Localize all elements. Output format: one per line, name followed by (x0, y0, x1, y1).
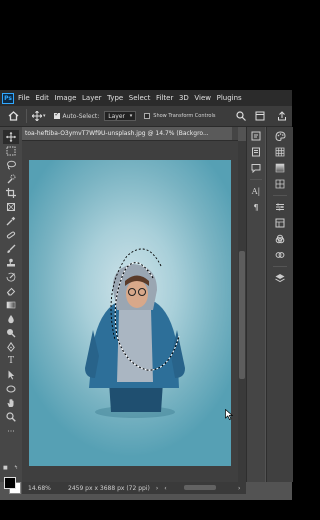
menu-type[interactable]: Type (107, 94, 123, 102)
divider (273, 195, 287, 196)
chevron-right-icon[interactable]: › (156, 485, 158, 492)
channels-panel-icon[interactable] (274, 233, 286, 245)
mouse-cursor-icon (225, 409, 233, 420)
pen-tool-icon[interactable] (3, 340, 19, 354)
divider (26, 109, 27, 123)
move-tool-icon[interactable] (3, 130, 19, 144)
divider (273, 266, 287, 267)
chevron-down-icon[interactable]: ▾ (43, 113, 46, 119)
options-bar: ▾ Auto-Select: Layer ▾ Show Transform Co… (0, 106, 292, 127)
layer-select[interactable]: Layer ▾ (104, 111, 137, 121)
swatches-panel-icon[interactable] (274, 146, 286, 158)
path-selection-tool-icon[interactable] (3, 368, 19, 382)
crop-tool-icon[interactable] (3, 186, 19, 200)
vertical-scrollbar[interactable] (238, 141, 246, 482)
menu-3d[interactable]: 3D (179, 94, 189, 102)
spot-healing-tool-icon[interactable] (3, 228, 19, 242)
rectangle-tool-icon[interactable] (3, 382, 19, 396)
search-icon[interactable] (235, 110, 247, 122)
menu-bar: Ps File Edit Image Layer Type Select Fil… (0, 90, 292, 106)
panel-icon-strip: A| ¶ (246, 127, 265, 482)
quick-selection-tool-icon[interactable] (3, 172, 19, 186)
show-transform-label: Show Transform Controls (153, 113, 216, 119)
divider (250, 179, 262, 180)
menu-filter[interactable]: Filter (156, 94, 173, 102)
blur-tool-icon[interactable] (3, 312, 19, 326)
layer-select-value: Layer (108, 112, 125, 120)
menu-view[interactable]: View (194, 94, 211, 102)
workspace-icon[interactable] (254, 110, 266, 122)
home-icon[interactable] (4, 111, 22, 121)
chevron-down-icon: ▾ (129, 113, 133, 119)
canvas-area[interactable] (22, 141, 238, 482)
scroll-right-icon[interactable]: › (238, 485, 240, 492)
show-transform-checkbox[interactable] (144, 113, 151, 119)
comments-panel-icon[interactable] (250, 162, 262, 174)
paragraph-panel-icon[interactable]: ¶ (250, 201, 262, 213)
clone-stamp-tool-icon[interactable] (3, 256, 19, 270)
menu-file[interactable]: File (18, 94, 30, 102)
frame-tool-icon[interactable] (3, 200, 19, 214)
adjustments-panel-icon[interactable] (274, 201, 286, 213)
properties-panel-icon[interactable] (250, 146, 262, 158)
move-icon[interactable] (31, 111, 43, 121)
menu-select[interactable]: Select (129, 94, 151, 102)
document-tab[interactable]: toa-heftiba-O3ymvT7Wf9U-unsplash.jpg @ 1… (22, 127, 232, 140)
eraser-tool-icon[interactable] (3, 284, 19, 298)
photo-subject (85, 248, 185, 418)
panel-dock (266, 127, 293, 482)
document-dimensions: 2459 px x 3688 px (72 ppi) (68, 484, 150, 492)
default-colors-icon[interactable]: ■ (3, 465, 8, 471)
patterns-panel-icon[interactable] (274, 178, 286, 190)
color-panel-icon[interactable] (274, 130, 286, 142)
auto-select-checkbox[interactable] (53, 111, 60, 119)
menu-plugins[interactable]: Plugins (217, 94, 242, 102)
horizontal-scroll-thumb[interactable] (184, 485, 216, 490)
scroll-left-icon[interactable]: ‹ (164, 485, 166, 492)
share-icon[interactable] (276, 110, 288, 122)
zoom-level[interactable]: 14.68% (28, 485, 60, 492)
lasso-tool-icon[interactable] (3, 158, 19, 172)
paths-panel-icon[interactable] (274, 249, 286, 261)
document-canvas[interactable] (29, 160, 231, 466)
gradients-panel-icon[interactable] (274, 162, 286, 174)
history-brush-tool-icon[interactable] (3, 270, 19, 284)
vertical-scroll-thumb[interactable] (239, 251, 245, 379)
libraries-panel-icon[interactable] (274, 217, 286, 229)
history-panel-icon[interactable] (250, 130, 262, 142)
marquee-tool-icon[interactable] (3, 144, 19, 158)
menu-edit[interactable]: Edit (35, 94, 49, 102)
auto-select-label: Auto-Select: (62, 112, 100, 120)
menu-layer[interactable]: Layer (82, 94, 102, 102)
tools-panel: T ··· ■ ↰ (0, 127, 23, 482)
gradient-tool-icon[interactable] (3, 298, 19, 312)
brush-tool-icon[interactable] (3, 242, 19, 256)
menu-image[interactable]: Image (54, 94, 76, 102)
character-panel-icon[interactable]: A| (250, 185, 262, 197)
document-tab-title: toa-heftiba-O3ymvT7Wf9U-unsplash.jpg @ 1… (25, 130, 209, 137)
subject-hoodie (117, 310, 153, 382)
dodge-tool-icon[interactable] (3, 326, 19, 340)
eyedropper-tool-icon[interactable] (3, 214, 19, 228)
photoshop-logo: Ps (2, 92, 14, 104)
document-tab-bar: toa-heftiba-O3ymvT7Wf9U-unsplash.jpg @ 1… (22, 127, 238, 141)
hand-tool-icon[interactable] (3, 396, 19, 410)
foreground-color-swatch[interactable] (4, 477, 16, 489)
layers-panel-icon[interactable] (274, 272, 286, 284)
more-tools-icon[interactable]: ··· (3, 425, 19, 439)
photoshop-window: Ps File Edit Image Layer Type Select Fil… (0, 90, 293, 500)
type-tool-icon[interactable]: T (3, 354, 19, 368)
swap-colors-icon[interactable]: ↰ (14, 465, 18, 471)
status-bar: 14.68% 2459 px x 3688 px (72 ppi) › ‹ › (22, 482, 246, 494)
zoom-tool-icon[interactable] (3, 410, 19, 424)
